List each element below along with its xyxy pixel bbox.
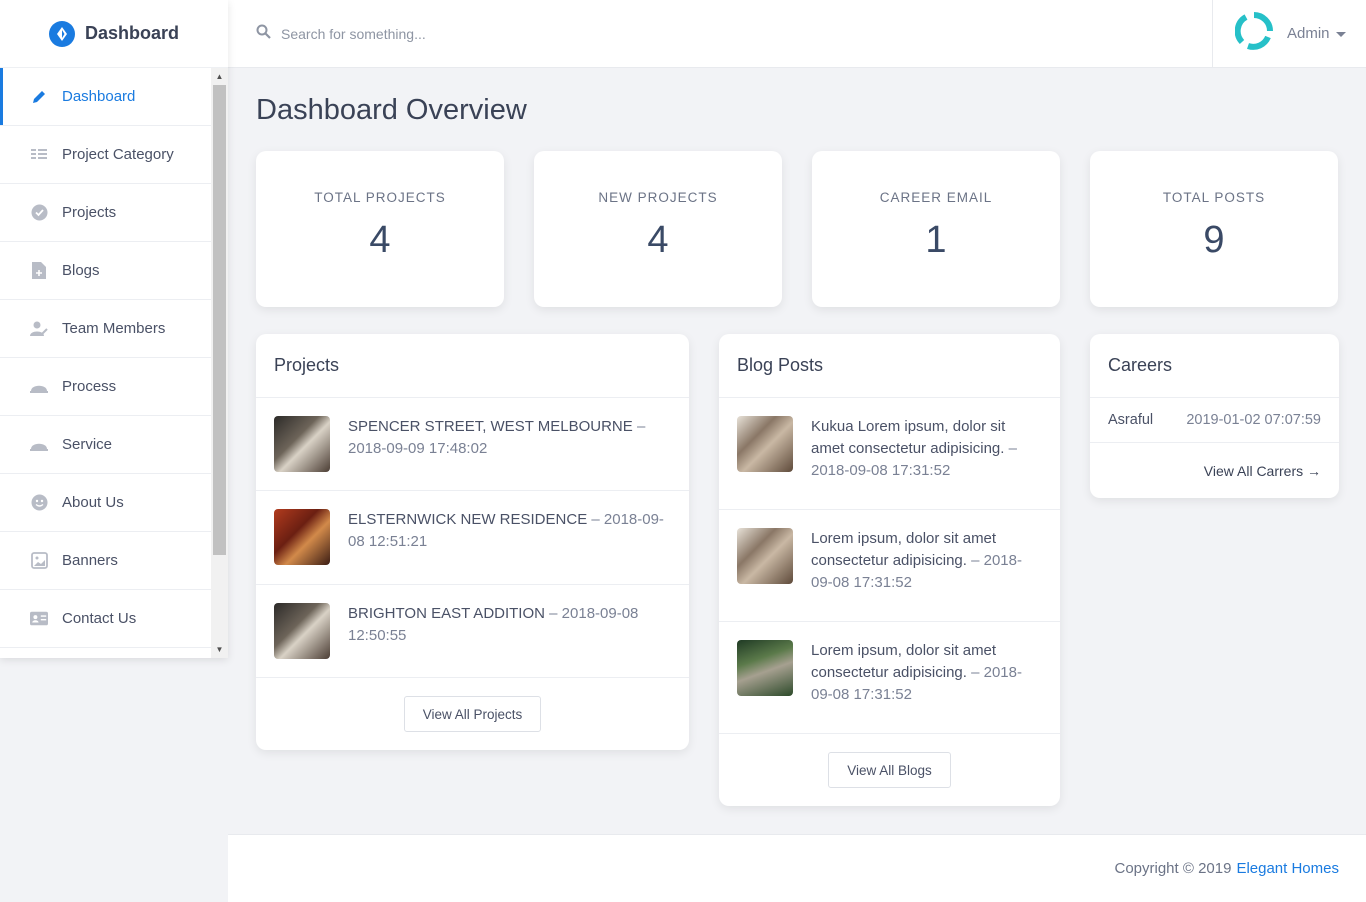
- company-link[interactable]: Elegant Homes: [1236, 860, 1339, 877]
- pencil-icon: [30, 88, 48, 106]
- list-item-text: Kukua Lorem ipsum, dolor sit amet consec…: [811, 418, 1017, 479]
- project-thumbnail: [274, 603, 330, 659]
- sidebar-item-label: Blogs: [62, 262, 100, 279]
- top-bar: Admin: [228, 0, 1366, 68]
- search-icon: [256, 24, 271, 44]
- sidebar-item-service[interactable]: Service: [0, 416, 211, 474]
- user-name[interactable]: Admin: [1287, 25, 1346, 42]
- sidebar-item-label: Dashboard: [62, 88, 136, 105]
- view-all-projects-button[interactable]: View All Projects: [403, 696, 542, 732]
- list-item[interactable]: Kukua Lorem ipsum, dolor sit amet consec…: [719, 398, 1060, 510]
- panel-title: Careers: [1090, 334, 1339, 398]
- stat-card-total-projects: TOTAL PROJECTS 4: [256, 151, 504, 307]
- list-item[interactable]: BRIGHTON EAST ADDITION – 2018-09-08 12:5…: [256, 585, 689, 678]
- sidebar-scrollbar[interactable]: ▲ ▼: [211, 68, 228, 658]
- list-item-text: ELSTERNWICK NEW RESIDENCE – 2018-09-08 1…: [348, 511, 664, 550]
- id-card-icon: [30, 610, 48, 628]
- stat-label: TOTAL PROJECTS: [314, 190, 446, 205]
- list-item-text: BRIGHTON EAST ADDITION – 2018-09-08 12:5…: [348, 605, 639, 644]
- stat-value: 9: [1203, 219, 1225, 261]
- list-icon: [30, 146, 48, 164]
- project-thumbnail: [274, 509, 330, 565]
- list-item-text: Lorem ipsum, dolor sit amet consectetur …: [811, 642, 1022, 703]
- panel-title: Projects: [256, 334, 689, 398]
- cloche-icon: [30, 436, 48, 454]
- image-frame-icon: [30, 552, 48, 570]
- career-date: 2019-01-02 07:07:59: [1186, 412, 1321, 428]
- projects-panel: Projects SPENCER STREET, WEST MELBOURNE …: [256, 334, 689, 750]
- check-circle-icon: [30, 204, 48, 222]
- stat-card-total-posts: TOTAL POSTS 9: [1090, 151, 1338, 307]
- user-edit-icon: [30, 320, 48, 338]
- sidebar-item-label: About Us: [62, 494, 124, 511]
- panel-footer: View All Projects: [256, 678, 689, 750]
- sidebar-item-label: Team Members: [62, 320, 166, 337]
- user-menu[interactable]: Admin: [1212, 0, 1366, 67]
- stat-label: CAREER EMAIL: [879, 190, 993, 205]
- smiley-icon: [30, 494, 48, 512]
- sidebar-item-projects[interactable]: Projects: [0, 184, 211, 242]
- stat-label: NEW PROJECTS: [598, 190, 718, 205]
- search-input[interactable]: [281, 25, 781, 42]
- stat-value: 4: [369, 219, 391, 261]
- blog-thumbnail: [737, 416, 793, 472]
- blog-posts-panel: Blog Posts Kukua Lorem ipsum, dolor sit …: [719, 334, 1060, 806]
- copyright-text: Copyright © 2019: [1114, 860, 1232, 877]
- list-item[interactable]: Lorem ipsum, dolor sit amet consectetur …: [719, 510, 1060, 622]
- sidebar-item-label: Process: [62, 378, 117, 395]
- careers-panel: Careers Asraful 2019-01-02 07:07:59 View…: [1090, 334, 1339, 498]
- stat-label: TOTAL POSTS: [1162, 190, 1266, 205]
- sidebar-item-about-us[interactable]: About Us: [0, 474, 211, 532]
- panel-title: Blog Posts: [719, 334, 1060, 398]
- document-plus-icon: [30, 262, 48, 280]
- sidebar-item-label: Service: [62, 436, 113, 453]
- search-bar: [228, 0, 1212, 67]
- list-item[interactable]: SPENCER STREET, WEST MELBOURNE – 2018-09…: [256, 398, 689, 491]
- page-title: Dashboard Overview: [256, 94, 527, 126]
- stat-value: 1: [925, 219, 947, 261]
- sidebar-item-label: Project Category: [62, 146, 174, 163]
- scroll-up-arrow-icon[interactable]: ▲: [211, 68, 228, 85]
- blog-thumbnail: [737, 640, 793, 696]
- sidebar-item-blogs[interactable]: Blogs: [0, 242, 211, 300]
- blog-thumbnail: [737, 528, 793, 584]
- view-all-careers-link[interactable]: View All Carrers →: [1090, 443, 1339, 498]
- cloche-icon: [30, 378, 48, 396]
- avatar[interactable]: [1234, 12, 1273, 55]
- brand-title: Dashboard: [84, 23, 180, 43]
- footer: Copyright © 2019 Elegant Homes: [228, 834, 1366, 902]
- list-item[interactable]: ELSTERNWICK NEW RESIDENCE – 2018-09-08 1…: [256, 491, 689, 585]
- sidebar-item-contact-us[interactable]: Contact Us: [0, 590, 211, 648]
- view-all-blogs-button[interactable]: View All Blogs: [828, 752, 951, 788]
- stat-card-new-projects: NEW PROJECTS 4: [534, 151, 782, 307]
- sidebar-item-label: Projects: [62, 204, 117, 221]
- sidebar: Dashboard Dashboard Project Category Pro…: [0, 0, 228, 658]
- sidebar-item-process[interactable]: Process: [0, 358, 211, 416]
- sidebar-nav: Dashboard Project Category Projects Blog…: [0, 68, 228, 658]
- panel-footer: View All Blogs: [719, 734, 1060, 806]
- sidebar-item-team-members[interactable]: Team Members: [0, 300, 211, 358]
- sidebar-item-banners[interactable]: Banners: [0, 532, 211, 590]
- scroll-down-arrow-icon[interactable]: ▼: [211, 641, 228, 658]
- caret-down-icon: [1335, 31, 1346, 37]
- stat-value: 4: [647, 219, 669, 261]
- list-item-text: Lorem ipsum, dolor sit amet consectetur …: [811, 530, 1022, 591]
- brand[interactable]: Dashboard: [0, 0, 228, 68]
- scrollbar-thumb[interactable]: [213, 85, 226, 555]
- career-name: Asraful: [1108, 412, 1154, 428]
- career-row[interactable]: Asraful 2019-01-02 07:07:59: [1090, 398, 1339, 443]
- sidebar-item-label: Contact Us: [62, 610, 137, 627]
- sidebar-item-project-category[interactable]: Project Category: [0, 126, 211, 184]
- sidebar-item-dashboard[interactable]: Dashboard: [0, 68, 211, 126]
- brand-logo-icon: [48, 20, 75, 47]
- stat-card-career-email: CAREER EMAIL 1: [812, 151, 1060, 307]
- sidebar-item-label: Banners: [62, 552, 118, 569]
- list-item-text: SPENCER STREET, WEST MELBOURNE – 2018-09…: [348, 418, 646, 457]
- project-thumbnail: [274, 416, 330, 472]
- list-item[interactable]: Lorem ipsum, dolor sit amet consectetur …: [719, 622, 1060, 734]
